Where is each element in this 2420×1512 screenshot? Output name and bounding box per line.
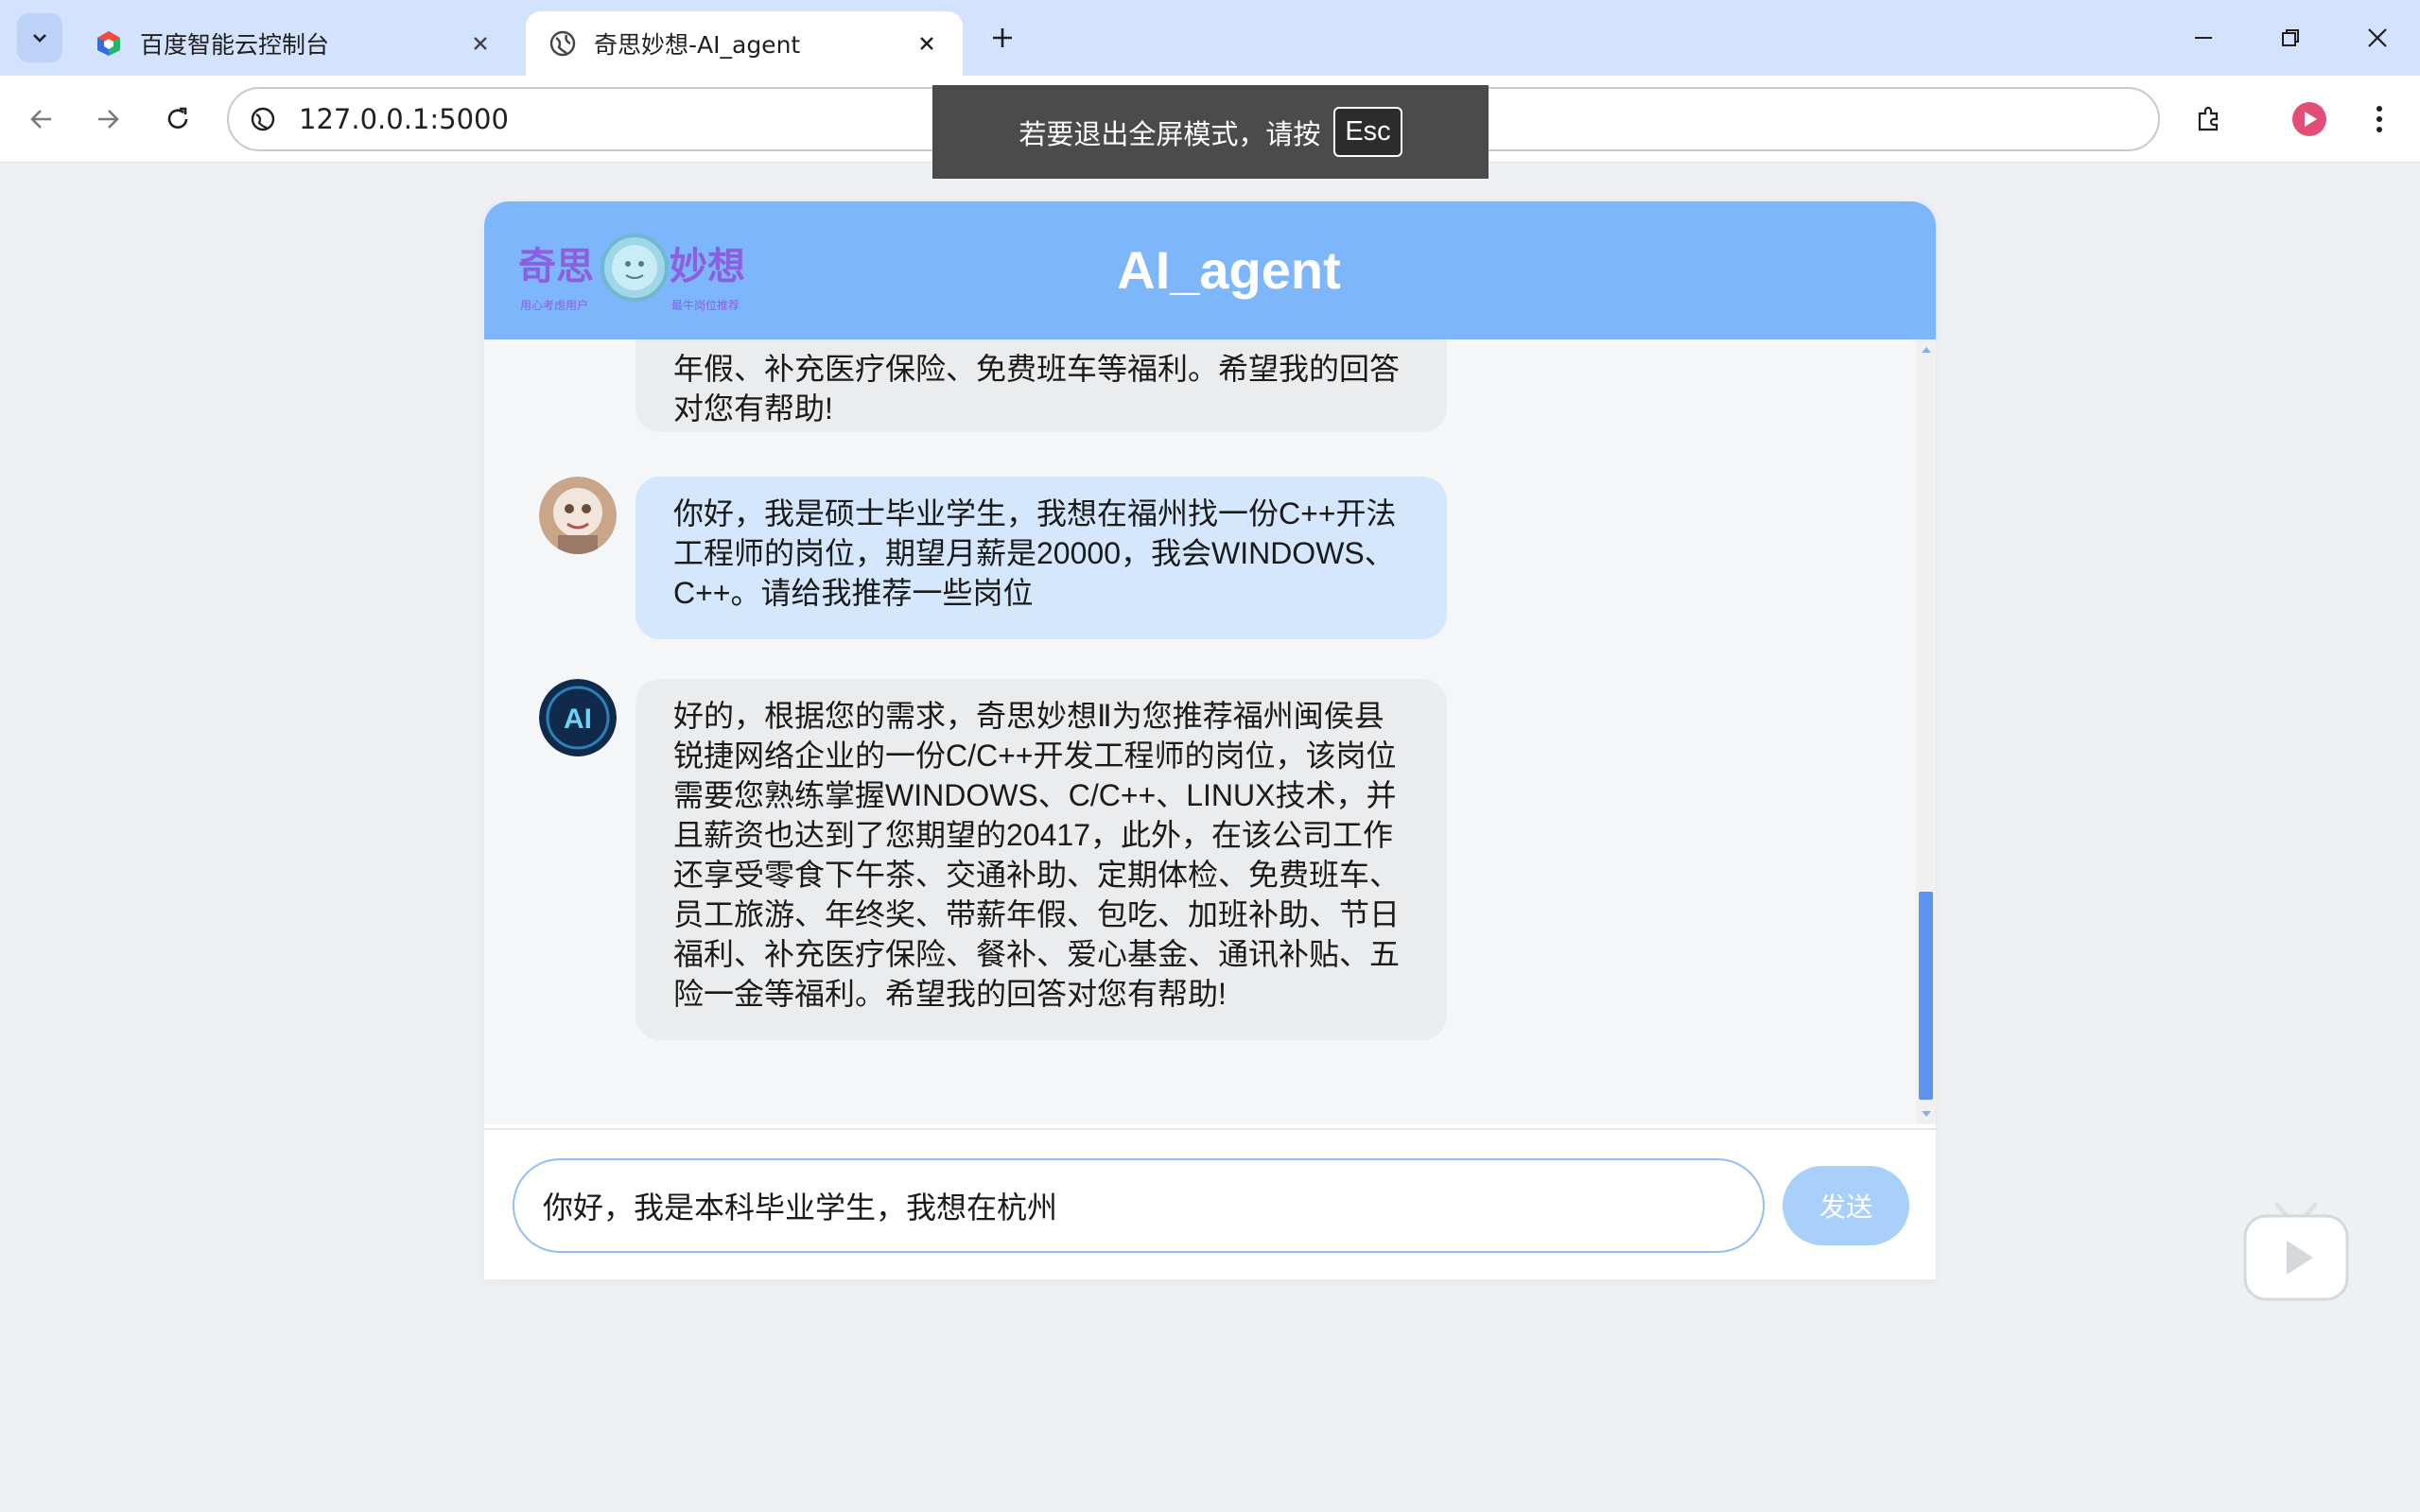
ai-avatar-icon: AI xyxy=(539,679,617,756)
reload-icon xyxy=(167,107,188,129)
window-close-button[interactable] xyxy=(2355,15,2400,61)
ai-avatar-text: AI xyxy=(564,704,592,735)
user-message-bubble: 你好，我是硕士毕业学生，我想在福州找一份C++开法工程师的岗位，期望月薪是200… xyxy=(635,477,1447,639)
chat-title: AI_agent xyxy=(1117,240,1341,300)
plus-icon xyxy=(993,28,1012,47)
close-icon xyxy=(474,37,487,50)
new-tab-button[interactable] xyxy=(984,19,1021,57)
esc-key-badge: Esc xyxy=(1333,107,1402,157)
close-icon xyxy=(920,37,933,50)
ai-avatar: AI xyxy=(539,679,617,756)
url-text: 127.0.0.1:5000 xyxy=(299,103,509,135)
tab-title: 百度智能云控制台 xyxy=(140,31,330,59)
chevron-down-icon xyxy=(33,34,46,43)
forward-button[interactable] xyxy=(85,96,131,142)
puzzle-icon xyxy=(2198,106,2219,131)
browser-tab-strip: 百度智能云控制台 奇思妙想-AI_agent xyxy=(0,0,2420,76)
globe-icon xyxy=(549,30,576,57)
close-icon xyxy=(2368,28,2387,47)
chat-header: 奇思 妙想 用心考虑用户 最牛岗位推荐 AI_agent xyxy=(484,201,1936,339)
minimize-button[interactable] xyxy=(2181,15,2226,61)
extensions-button[interactable] xyxy=(2186,96,2232,142)
profile-avatar-button[interactable] xyxy=(2287,96,2332,142)
tab-close-button[interactable] xyxy=(914,30,940,57)
fullscreen-exit-toast: 若要退出全屏模式，请按 Esc xyxy=(932,85,1489,179)
minimize-icon xyxy=(2195,37,2212,39)
scroll-down-arrow[interactable] xyxy=(1922,1111,1931,1117)
tab-search-button[interactable] xyxy=(17,13,62,62)
scroll-up-arrow[interactable] xyxy=(1922,347,1931,353)
message-input[interactable] xyxy=(513,1158,1765,1253)
tab-close-button[interactable] xyxy=(467,30,494,57)
message-list[interactable]: 年假、补充医疗保险、免费班车等福利。希望我的回答对您有帮助! 你好，我是硕士毕业… xyxy=(484,339,1916,1124)
user-avatar-icon xyxy=(539,477,617,554)
tab-baidu-console[interactable]: 百度智能云控制台 xyxy=(72,11,516,76)
restore-icon xyxy=(2282,29,2299,46)
scroll-thumb[interactable] xyxy=(1919,892,1933,1100)
message-scrollbar[interactable] xyxy=(1916,339,1936,1124)
send-button[interactable]: 发送 xyxy=(1783,1166,1909,1245)
arrow-left-icon xyxy=(30,110,51,129)
browser-menu-button[interactable] xyxy=(2357,96,2402,142)
more-vert-icon xyxy=(2376,106,2382,132)
avatar-icon xyxy=(2292,102,2326,136)
floating-player-icon[interactable] xyxy=(2243,1201,2349,1301)
tab-ai-agent[interactable]: 奇思妙想-AI_agent xyxy=(526,11,963,76)
user-avatar xyxy=(539,477,617,554)
arrow-right-icon xyxy=(98,110,119,129)
input-bar: 发送 xyxy=(484,1128,1936,1279)
back-button[interactable] xyxy=(19,96,64,142)
restore-button[interactable] xyxy=(2268,15,2313,61)
site-info-icon[interactable] xyxy=(248,104,278,134)
reload-button[interactable] xyxy=(155,96,200,142)
fullscreen-toast-text: 若要退出全屏模式，请按 xyxy=(1018,117,1321,150)
globe-icon xyxy=(251,107,275,131)
chat-window: 奇思 妙想 用心考虑用户 最牛岗位推荐 AI_agent 年假、补充医疗保险、免… xyxy=(484,201,1936,1279)
ai-message-bubble: 年假、补充医疗保险、免费班车等福利。希望我的回答对您有帮助! xyxy=(635,339,1447,432)
ai-message-bubble: 好的，根据您的需求，奇思妙想Ⅱ为您推荐福州闽侯县锐捷网络企业的一份C/C++开发… xyxy=(635,679,1447,1040)
tab-title: 奇思妙想-AI_agent xyxy=(594,31,801,59)
baidu-cloud-icon xyxy=(97,31,120,56)
